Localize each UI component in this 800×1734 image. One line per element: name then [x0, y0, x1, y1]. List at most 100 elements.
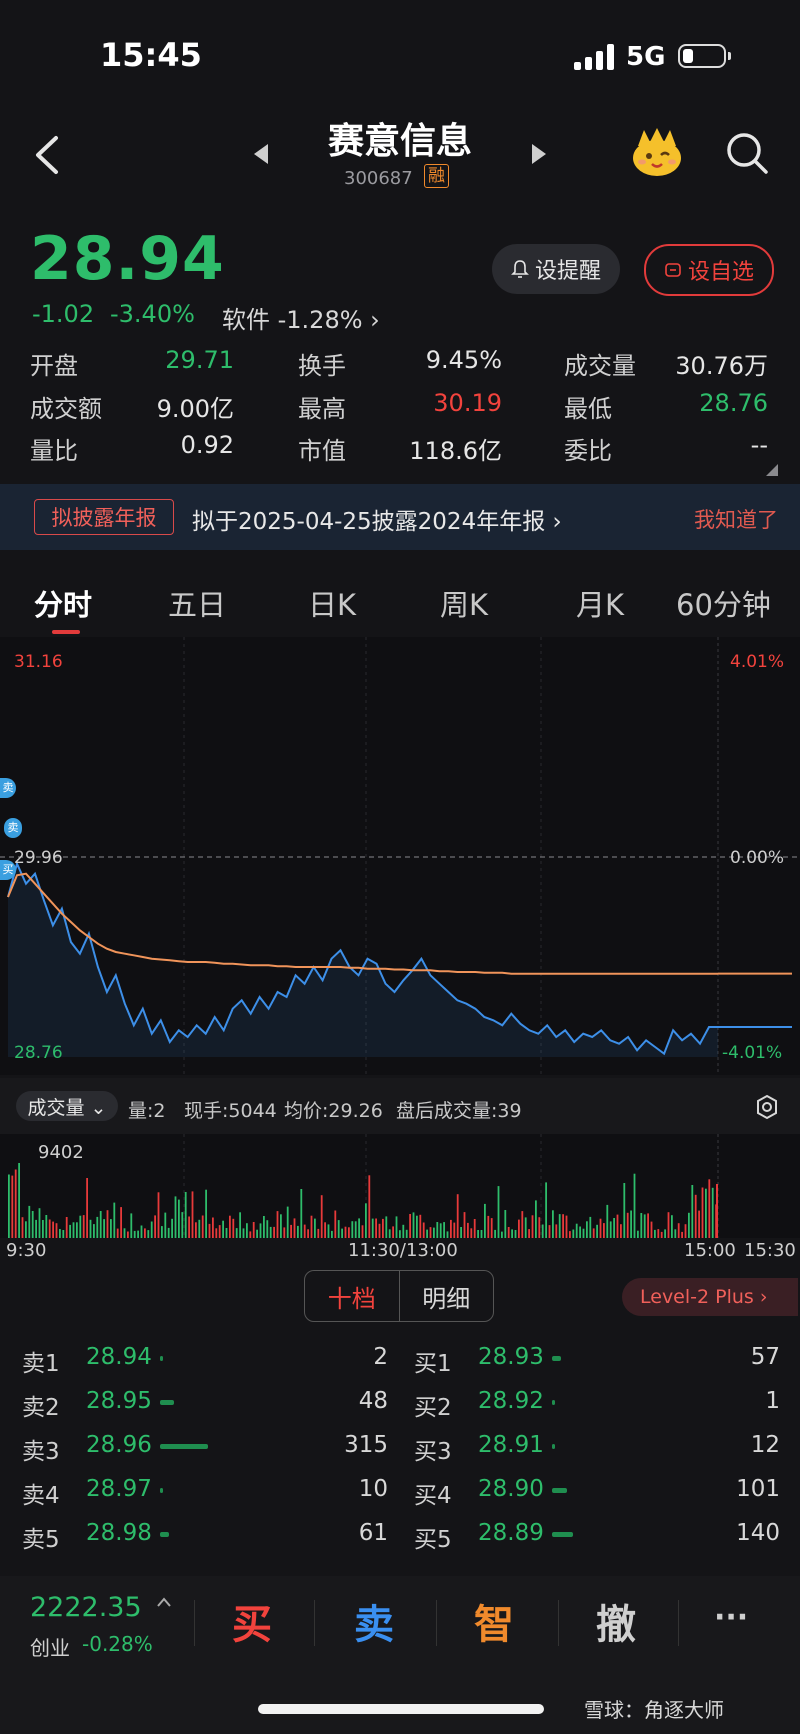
tab-weekly-k[interactable]: 周K	[440, 582, 488, 624]
volume-bar	[252, 1222, 255, 1238]
intraday-chart[interactable]	[0, 637, 800, 1075]
stat-value: 118.6亿	[409, 437, 502, 465]
tab-ten-levels[interactable]: 十档	[305, 1271, 400, 1321]
price-area	[8, 863, 718, 1057]
volume-bar	[524, 1217, 527, 1238]
banner-dismiss-button[interactable]: 我知道了	[694, 504, 778, 534]
pct-low-label: -4.01%	[722, 1043, 783, 1063]
bell-icon	[511, 260, 529, 278]
volume-bar	[558, 1214, 561, 1238]
volume-bar	[161, 1226, 163, 1238]
stat-value: 29.71	[165, 346, 234, 374]
buy-level-price[interactable]: 28.90	[478, 1476, 544, 1502]
smart-button[interactable]: 智	[474, 1592, 514, 1650]
volume-bar	[460, 1227, 462, 1238]
price-change-pct: -3.40%	[110, 300, 195, 328]
volume-bar	[582, 1228, 585, 1238]
volume-bar	[293, 1218, 296, 1238]
sell-level-price[interactable]: 28.95	[86, 1388, 152, 1414]
level2-plus-button[interactable]: Level-2 Plus ›	[622, 1278, 798, 1316]
more-button[interactable]: ···	[714, 1600, 748, 1635]
tab-daily-k[interactable]: 日K	[308, 582, 356, 624]
active-tab-indicator	[52, 630, 80, 634]
volume-bar	[518, 1219, 520, 1238]
tab-intraday[interactable]: 分时	[34, 582, 92, 624]
volume-bar	[375, 1218, 377, 1238]
sell-level-price[interactable]: 28.96	[86, 1432, 152, 1458]
volume-bar	[205, 1189, 207, 1238]
mascot-icon[interactable]	[628, 126, 686, 178]
volume-bar	[110, 1219, 112, 1238]
cancel-order-button[interactable]: 撤	[596, 1592, 636, 1650]
tab-details[interactable]: 明细	[400, 1271, 494, 1321]
add-watchlist-button[interactable]: 设自选	[644, 244, 774, 296]
volume-bar	[630, 1210, 632, 1238]
chevron-up-icon[interactable]	[156, 1596, 172, 1608]
volume-bar	[276, 1211, 279, 1238]
buy-button[interactable]: 买	[232, 1592, 272, 1650]
volume-bar	[456, 1194, 459, 1238]
buy-level-price[interactable]: 28.92	[478, 1388, 544, 1414]
volume-bar	[490, 1218, 493, 1238]
volume-bar	[93, 1224, 95, 1238]
volume-bar	[528, 1229, 530, 1238]
buy-depth-bar	[552, 1400, 555, 1405]
tab-monthly-k[interactable]: 月K	[576, 582, 624, 624]
volume-bar	[613, 1218, 615, 1238]
volume-bar	[229, 1215, 231, 1238]
expand-corner-icon[interactable]	[766, 464, 778, 476]
volume-bar	[86, 1178, 88, 1238]
home-indicator[interactable]	[258, 1704, 544, 1714]
volume-bar	[716, 1184, 718, 1238]
search-icon[interactable]	[724, 130, 770, 176]
volume-bar	[385, 1216, 388, 1238]
sector-link[interactable]: 软件 -1.28% ›	[222, 300, 380, 335]
sell-button[interactable]: 卖	[354, 1592, 394, 1650]
volume-bar	[626, 1212, 629, 1238]
volume-bar	[72, 1222, 75, 1238]
stock-code: 300687	[344, 168, 413, 189]
sell-level-price[interactable]: 28.98	[86, 1520, 152, 1546]
volume-bar	[171, 1218, 173, 1238]
volume-bar	[307, 1229, 309, 1238]
settings-icon[interactable]	[754, 1094, 780, 1120]
set-alert-label: 设提醒	[534, 259, 601, 284]
volume-bar	[178, 1199, 180, 1238]
buy-level-price[interactable]: 28.91	[478, 1432, 544, 1458]
volume-bar	[388, 1229, 391, 1238]
sell-level-price[interactable]: 28.94	[86, 1344, 152, 1370]
y-high-label: 31.16	[14, 652, 63, 672]
trade-marker[interactable]: 卖	[4, 818, 22, 838]
indicator-selector[interactable]: 成交量 ⌄	[16, 1091, 118, 1121]
volume-bar	[433, 1227, 435, 1238]
volume-bar	[239, 1212, 241, 1238]
volume-bar	[286, 1206, 289, 1238]
volume-bar	[694, 1194, 697, 1238]
status-time: 15:45	[100, 36, 202, 74]
volume-bar	[116, 1228, 119, 1238]
volume-bar	[65, 1217, 68, 1238]
sell-level-qty: 48	[358, 1388, 388, 1414]
volume-bar	[402, 1224, 405, 1238]
volume-max-label: 9402	[38, 1142, 84, 1163]
volume-bar	[35, 1219, 37, 1238]
volume-bar	[45, 1215, 48, 1238]
price-change: -1.02	[32, 300, 95, 328]
volume-bar	[443, 1222, 445, 1238]
next-stock-icon[interactable]	[532, 144, 546, 164]
buy-level-price[interactable]: 28.89	[478, 1520, 544, 1546]
index-value[interactable]: 2222.35	[30, 1592, 142, 1623]
buy-level-qty: 57	[750, 1344, 780, 1370]
volume-bar	[154, 1215, 156, 1238]
tab-five-day[interactable]: 五日	[168, 582, 226, 624]
buy-level-price[interactable]: 28.93	[478, 1344, 544, 1370]
volume-chart[interactable]	[0, 1134, 800, 1238]
sell-level-price[interactable]: 28.97	[86, 1476, 152, 1502]
banner-text[interactable]: 拟于2025-04-25披露2024年年报 ›	[192, 502, 562, 536]
volume-bar	[538, 1217, 541, 1238]
volume-bar	[137, 1230, 139, 1238]
volume-bar	[62, 1230, 65, 1238]
stat-value: 0.92	[180, 431, 234, 459]
volume-bar	[480, 1230, 483, 1238]
set-alert-button[interactable]: 设提醒	[492, 244, 620, 294]
